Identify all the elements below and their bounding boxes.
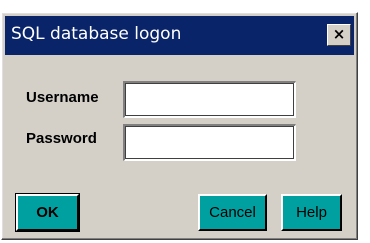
cancel-button[interactable]: Cancel <box>198 194 267 231</box>
password-label: Password <box>26 130 97 147</box>
help-button[interactable]: Help <box>281 194 342 231</box>
close-icon: × <box>332 25 346 43</box>
ok-button[interactable]: OK <box>15 193 80 232</box>
password-field[interactable] <box>123 124 296 161</box>
dialog-title: SQL database logon <box>11 24 182 44</box>
username-label: Username <box>26 89 99 106</box>
close-button[interactable]: × <box>327 24 351 46</box>
username-field[interactable] <box>123 81 296 118</box>
title-bar[interactable]: SQL database logon × <box>5 16 354 55</box>
logon-dialog: SQL database logon × Username Password O… <box>1 12 358 240</box>
